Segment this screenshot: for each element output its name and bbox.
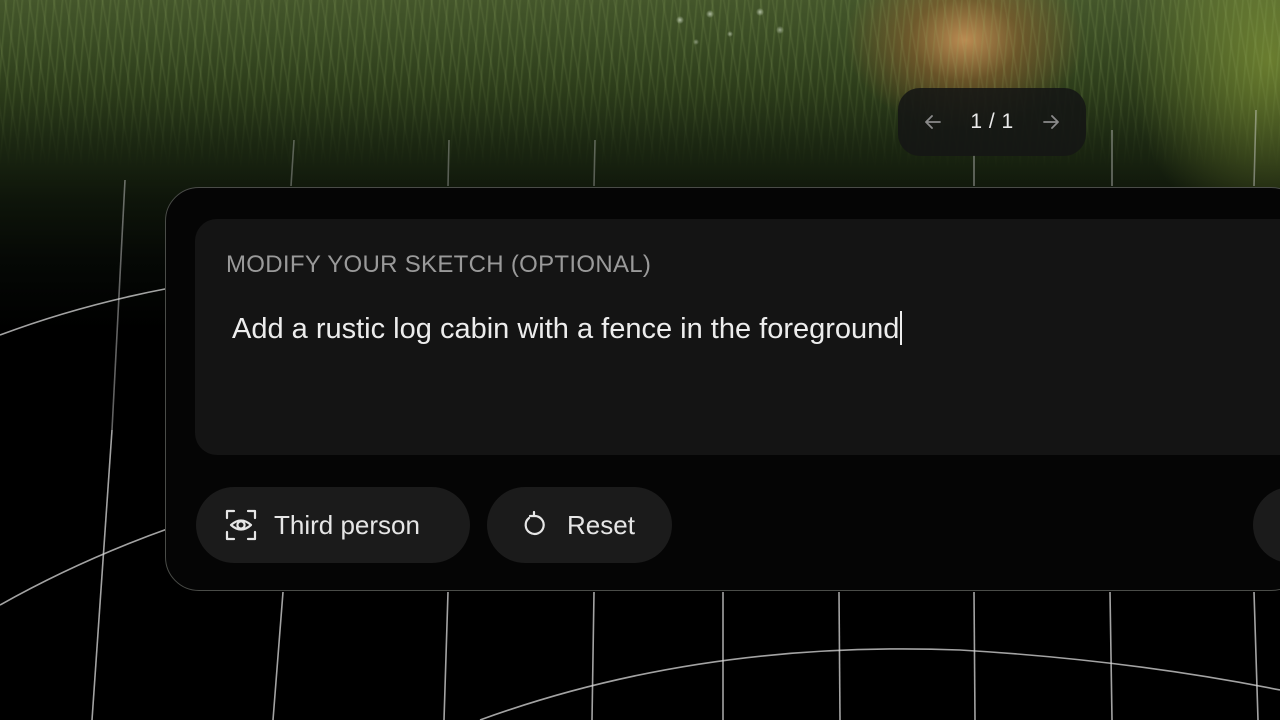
reset-button[interactable]: Reset [487, 487, 672, 563]
app-stage: 1 / 1 MODIFY YOUR SKETCH (OPTIONAL) Add … [0, 0, 1280, 720]
next-result-button[interactable] [1040, 111, 1062, 133]
prompt-text-input[interactable]: Add a rustic log cabin with a fence in t… [232, 311, 1262, 346]
grid-line [290, 139, 295, 187]
third-person-button[interactable]: Third person [196, 487, 470, 563]
grid-line [91, 429, 113, 720]
grid-line [443, 591, 449, 720]
grid-line [838, 591, 841, 720]
grid-curve [0, 287, 171, 336]
offscreen-action-button[interactable] [1253, 487, 1280, 563]
third-person-label: Third person [274, 509, 420, 540]
grid-line [1109, 591, 1113, 720]
arrow-left-icon [925, 115, 941, 129]
grid-line [447, 139, 450, 187]
grid-line [591, 591, 595, 720]
prompt-label: MODIFY YOUR SKETCH (OPTIONAL) [226, 251, 652, 278]
grid-line [111, 179, 126, 431]
reset-label: Reset [567, 509, 635, 540]
prev-result-button[interactable] [922, 111, 944, 133]
grid-line [1253, 109, 1257, 187]
reset-icon [517, 508, 551, 542]
grid-line [1253, 591, 1259, 720]
grid-line [272, 591, 284, 720]
prompt-input-area[interactable]: MODIFY YOUR SKETCH (OPTIONAL) Add a rust… [195, 219, 1280, 455]
grid-curve [479, 648, 1280, 720]
pager-counter: 1 / 1 [970, 110, 1014, 133]
arrow-right-icon [1043, 115, 1059, 129]
text-caret [900, 311, 903, 345]
modify-sketch-panel: MODIFY YOUR SKETCH (OPTIONAL) Add a rust… [165, 187, 1280, 591]
result-pager: 1 / 1 [898, 88, 1086, 156]
grid-line [593, 139, 596, 187]
grid-line [973, 591, 976, 720]
camera-view-icon [224, 508, 258, 542]
grid-curve [0, 527, 171, 606]
prompt-input-value: Add a rustic log cabin with a fence in t… [232, 313, 900, 345]
